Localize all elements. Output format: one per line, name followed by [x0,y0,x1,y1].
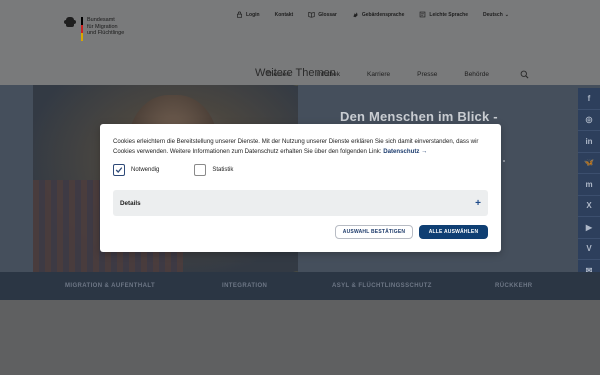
language-selector[interactable]: Deutsch ⌄ [483,12,509,18]
cookie-consent-text: Cookies erleichtern die Bereitstellung u… [113,137,491,156]
privacy-link-label: Datenschutz [383,147,420,155]
linkedin-icon[interactable]: in [578,131,600,153]
statistics-option[interactable]: Statistik [194,164,233,176]
confirm-selection-button[interactable]: AUSWAHL BESTÄTIGEN [335,225,413,239]
privacy-link[interactable]: Datenschutz → [383,148,427,155]
bluesky-icon[interactable]: 🦋 [578,153,600,174]
easy-language-label: Leichte Sprache [429,11,469,18]
book-icon [308,11,315,18]
logo-text: Bundesamt für Migration und Flüchtlinge [87,17,157,37]
arrow-right-icon: → [421,147,428,155]
hero-dot [503,160,505,162]
contact-link[interactable]: Kontakt [275,12,294,18]
meta-navigation: Login Kontakt Glossar Gebärdensprache Le… [236,11,509,18]
german-flag-stripe [81,17,83,41]
federal-eagle-icon [64,17,76,31]
hero-title: Den Menschen im Blick - [340,109,498,124]
easy-language-icon [420,11,426,18]
details-accordion[interactable]: Details + [113,190,488,216]
necessary-option[interactable]: Notwendig [113,164,159,176]
nav-item-behoerde[interactable]: Behörde [464,71,489,78]
sign-language-link[interactable]: Gebärdensprache [352,11,405,18]
search-icon[interactable] [520,70,529,79]
statistics-checkbox[interactable] [194,164,207,176]
contact-label: Kontakt [274,11,294,18]
necessary-checkbox[interactable] [113,164,125,176]
topics-bar: MIGRATION & AUFENTHALT INTEGRATION ASYL … [0,272,600,300]
login-link[interactable]: Login [236,11,260,18]
bamf-logo[interactable]: Bundesamt für Migration und Flüchtlinge [64,17,157,41]
lock-icon [237,11,242,18]
youtube-icon[interactable]: ▶ [578,217,600,239]
nav-item-karriere[interactable]: Karriere [367,71,390,78]
instagram-icon[interactable]: ◎ [578,110,600,131]
login-label: Login [246,11,260,18]
select-all-button[interactable]: ALLE AUSWÄHLEN [419,225,488,239]
further-topics-heading: Weitere Themen [255,67,336,79]
mastodon-icon[interactable]: m [578,174,600,196]
topic-integration[interactable]: INTEGRATION [222,283,267,289]
glossary-link[interactable]: Glossar [308,11,337,18]
cookie-consent-dialog: Cookies erleichtern die Bereitstellung u… [100,124,501,252]
plus-icon: + [475,197,481,209]
xing-icon[interactable]: X [578,196,600,217]
topic-migration[interactable]: MIGRATION & AUFENTHALT [65,283,155,289]
social-media-bar: f ◎ in 🦋 m X ▶ V ✉ [578,88,600,282]
cookie-options: Notwendig Statistik [113,164,233,176]
nav-item-presse[interactable]: Presse [417,71,437,78]
topic-return[interactable]: RÜCKKEHR [495,283,533,289]
facebook-icon[interactable]: f [578,88,600,110]
language-label: Deutsch [483,11,503,18]
logo-line-3: und Flüchtlinge [87,30,125,36]
sign-language-label: Gebärdensprache [361,11,405,18]
details-label: Details [120,199,141,207]
glossary-label: Glossar [318,11,337,18]
checkmark-icon [115,167,123,173]
necessary-label: Notwendig [131,167,160,173]
chevron-down-icon: ⌄ [504,11,509,18]
hands-icon [353,12,358,18]
easy-language-link[interactable]: Leichte Sprache [419,11,468,18]
content-area [0,300,600,375]
statistics-label: Statistik [212,167,234,173]
topic-asylum[interactable]: ASYL & FLÜCHTLINGSSCHUTZ [332,283,432,289]
vimeo-icon[interactable]: V [578,239,600,260]
